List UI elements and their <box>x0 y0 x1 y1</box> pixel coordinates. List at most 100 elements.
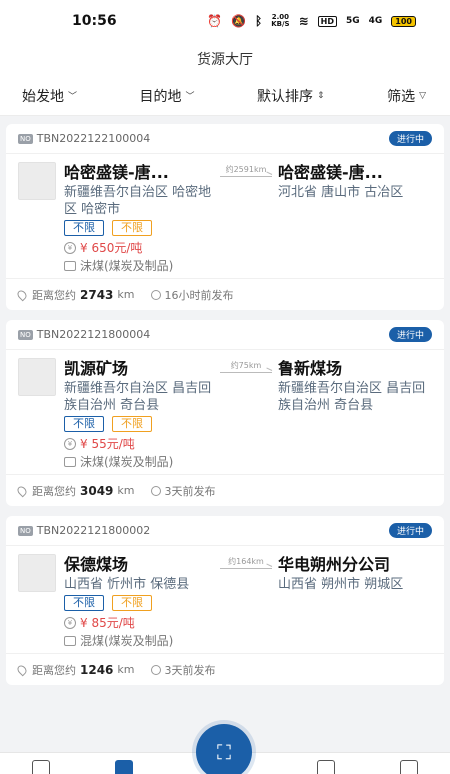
cargo-icon <box>64 635 76 646</box>
dest-address: 山西省 朔州市 朔城区 <box>278 577 404 592</box>
signal-4g-icon: 4G <box>368 16 383 26</box>
order-number: TBN2022122100004 <box>36 132 151 145</box>
distance-prefix: 距离您约 <box>32 484 76 498</box>
location-pin-icon <box>15 663 29 676</box>
filter-origin[interactable]: 始发地 ﹀ <box>22 86 77 106</box>
card-header: NO TBN2022122100004 进行中 <box>6 124 444 154</box>
card-body: 哈密盛镁-唐... 新疆维吾尔自治区 哈密地区 哈密市 不限 不限 ¥ ¥ 65… <box>6 154 444 278</box>
filter-destination-label: 目的地 <box>139 88 182 105</box>
length-tag: 不限 <box>112 220 152 236</box>
status-badge: 进行中 <box>388 327 432 342</box>
signal-5g-icon: 5G <box>345 16 360 26</box>
cargo-card[interactable]: NO TBN2022122100004 进行中 哈密盛镁-唐... 新疆维吾尔自… <box>6 124 444 310</box>
order-no-badge: NO <box>18 133 33 144</box>
chevron-down-icon: ﹀ <box>68 92 78 102</box>
order-no-badge: NO <box>18 329 33 340</box>
route-distance: 约164km <box>220 554 272 649</box>
status-bar: 10:56 ⏰ 🔕 ᛒ 2.00 KB/S ≋ HD 5G 4G 100 <box>0 0 450 42</box>
nav-cargo-hall-icon[interactable] <box>114 760 133 774</box>
origin-info: 凯源矿场 新疆维吾尔自治区 昌吉回族自治州 奇台县 不限 不限 ¥ ¥ 55元/… <box>64 358 216 470</box>
avatar <box>18 162 56 200</box>
yen-icon: ¥ <box>64 616 76 629</box>
tag-row: 不限 不限 <box>64 595 216 611</box>
distance-value: 1246 <box>80 662 114 677</box>
cargo-card[interactable]: NO TBN2022121800002 进行中 保德煤场 山西省 忻州市 保德县… <box>6 516 444 685</box>
scan-button[interactable]: ⛶ <box>196 724 252 774</box>
cargo-line: 混煤(煤炭及制品) <box>64 632 216 649</box>
dest-company: 哈密盛镁-唐... <box>278 163 383 182</box>
distance-value: 2743 <box>80 287 114 302</box>
route-distance: 约2591km <box>220 162 272 274</box>
price-line: ¥ ¥ 650元/吨 <box>64 239 216 256</box>
length-tag: 不限 <box>112 595 152 611</box>
cargo-type: 沫煤(煤炭及制品) <box>80 455 174 469</box>
page-title: 货源大厅 <box>197 52 253 68</box>
price: ¥ 55元/吨 <box>80 437 135 451</box>
yen-icon: ¥ <box>64 241 76 254</box>
arrow-right-icon <box>220 173 272 177</box>
origin-info: 保德煤场 山西省 忻州市 保德县 不限 不限 ¥ ¥ 85元/吨 混煤(煤炭及制… <box>64 554 216 649</box>
distance-value: 3049 <box>80 483 114 498</box>
yen-icon: ¥ <box>64 437 76 450</box>
card-body: 保德煤场 山西省 忻州市 保德县 不限 不限 ¥ ¥ 85元/吨 混煤(煤炭及制… <box>6 546 444 653</box>
dest-company: 鲁新煤场 <box>278 359 343 378</box>
card-footer: 距离您约 2743 km 16小时前发布 <box>6 278 444 310</box>
cargo-list: NO TBN2022122100004 进行中 哈密盛镁-唐... 新疆维吾尔自… <box>0 116 450 685</box>
price-line: ¥ ¥ 85元/吨 <box>64 614 216 631</box>
origin-address: 山西省 忻州市 保德县 <box>64 577 190 592</box>
sort-dropdown[interactable]: 默认排序 ⇕ <box>257 86 325 106</box>
clock-icon <box>150 664 161 675</box>
cargo-icon <box>64 456 76 467</box>
avatar <box>18 358 56 396</box>
dest-address: 新疆维吾尔自治区 昌吉回族自治州 奇台县 <box>278 381 426 413</box>
clock-icon <box>150 485 161 496</box>
distance-unit: km <box>117 663 135 676</box>
nav-profile-icon[interactable] <box>399 760 418 774</box>
card-body: 凯源矿场 新疆维吾尔自治区 昌吉回族自治州 奇台县 不限 不限 ¥ ¥ 55元/… <box>6 350 444 474</box>
nav-wallet-icon[interactable] <box>317 760 336 774</box>
status-badge: 进行中 <box>388 523 432 538</box>
title-bar: 货源大厅 <box>0 42 450 76</box>
price-line: ¥ ¥ 55元/吨 <box>64 435 216 452</box>
hd-icon: HD <box>317 15 337 27</box>
origin-company: 保德煤场 <box>64 555 129 574</box>
status-icons: ⏰ 🔕 ᛒ 2.00 KB/S ≋ HD 5G 4G 100 <box>207 14 416 28</box>
nav-orders-icon[interactable] <box>32 760 51 774</box>
order-number: TBN2022121800004 <box>36 328 151 341</box>
chevron-down-icon: ﹀ <box>185 92 195 102</box>
origin-company: 凯源矿场 <box>64 359 129 378</box>
alarm-icon: ⏰ <box>207 14 223 28</box>
avatar <box>18 554 56 592</box>
status-badge: 进行中 <box>388 131 432 146</box>
order-number: TBN2022121800002 <box>36 524 151 537</box>
price: ¥ 85元/吨 <box>80 616 135 630</box>
cargo-line: 沫煤(煤炭及制品) <box>64 453 216 470</box>
origin-company: 哈密盛镁-唐... <box>64 163 169 182</box>
publish-time: 3天前发布 <box>164 663 216 677</box>
origin-info: 哈密盛镁-唐... 新疆维吾尔自治区 哈密地区 哈密市 不限 不限 ¥ ¥ 65… <box>64 162 216 274</box>
filter-bar: 始发地 ﹀ 目的地 ﹀ 默认排序 ⇕ 筛选 ▽ <box>0 76 450 116</box>
publish-time: 16小时前发布 <box>164 288 234 302</box>
filter-destination[interactable]: 目的地 ﹀ <box>140 86 195 106</box>
filter-button[interactable]: 筛选 ▽ <box>387 86 426 106</box>
cargo-card[interactable]: NO TBN2022121800004 进行中 凯源矿场 新疆维吾尔自治区 昌吉… <box>6 320 444 506</box>
filter-label: 筛选 <box>387 88 416 105</box>
distance-unit: km <box>117 288 135 301</box>
price: ¥ 650元/吨 <box>80 241 143 255</box>
card-footer: 距离您约 3049 km 3天前发布 <box>6 474 444 506</box>
card-header: NO TBN2022121800004 进行中 <box>6 320 444 350</box>
cargo-icon <box>64 260 76 271</box>
distance-prefix: 距离您约 <box>32 663 76 677</box>
distance-prefix: 距离您约 <box>32 288 76 302</box>
status-time: 10:56 <box>72 13 117 29</box>
vehicle-tag: 不限 <box>64 595 104 611</box>
length-tag: 不限 <box>112 416 152 432</box>
cargo-type: 混煤(煤炭及制品) <box>80 634 174 648</box>
filter-icon: ▽ <box>419 90 426 101</box>
publish-time: 3天前发布 <box>164 484 216 498</box>
location-pin-icon <box>15 288 29 301</box>
destination-info: 鲁新煤场 新疆维吾尔自治区 昌吉回族自治州 奇台县 <box>272 358 434 470</box>
scan-icon: ⛶ <box>217 740 231 764</box>
network-speed: 2.00 KB/S <box>271 13 290 28</box>
dest-company: 华电朔州分公司 <box>278 555 391 574</box>
